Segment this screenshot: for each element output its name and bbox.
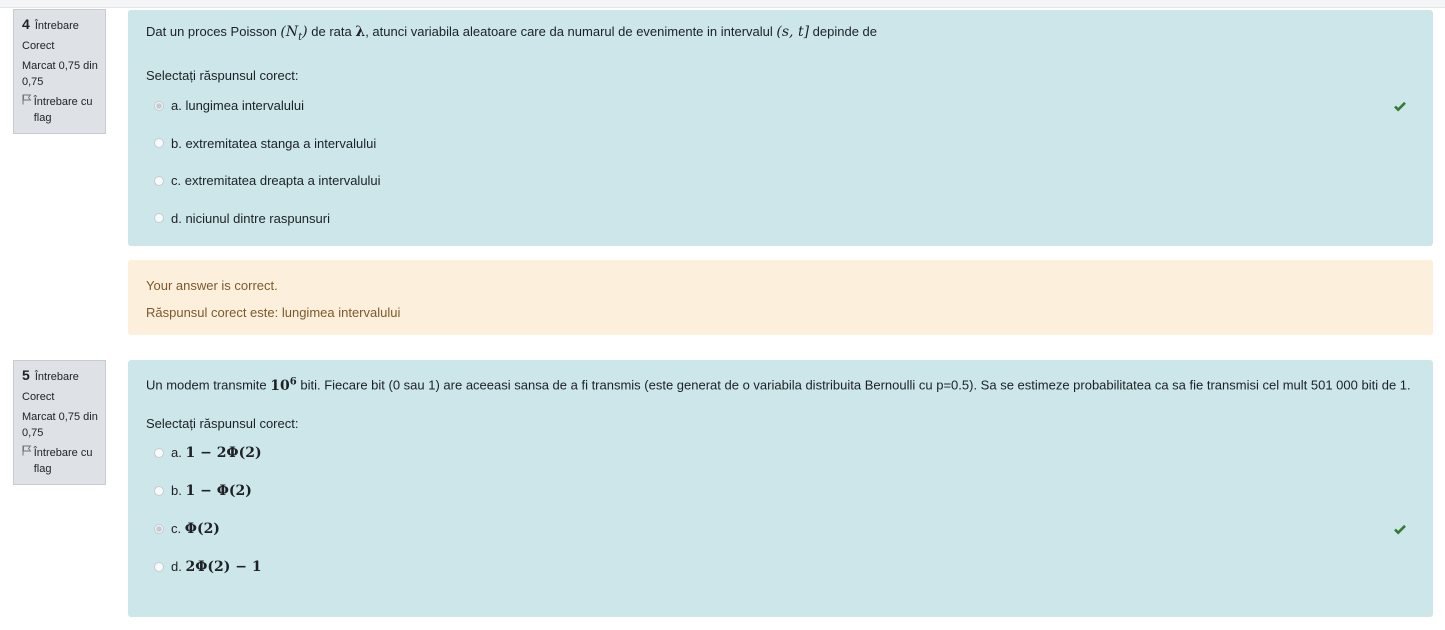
question-label: Întrebare <box>34 20 79 32</box>
feedback-box: Your answer is correct. Răspunsul corect… <box>128 260 1433 335</box>
answer-option-b[interactable]: b. extremitatea stanga a intervalului <box>146 124 1415 162</box>
flag-question-link[interactable]: Întrebare cu flag <box>22 94 105 126</box>
math-part: ) <box>302 24 308 40</box>
answer-label: a. lungimea intervalului <box>171 98 304 114</box>
answer-list: a. lungimea intervalului b. extremitatea… <box>146 87 1415 237</box>
answer-option-a[interactable]: a. lungimea intervalului <box>146 87 1415 125</box>
math-exponent: 6 <box>289 376 297 387</box>
answer-prefix: d. <box>171 559 182 575</box>
question-grade: Marcat 0,75 din 0,75 <box>22 60 98 88</box>
answer-radio[interactable] <box>154 213 164 224</box>
flag-question-link[interactable]: Întrebare cu flag <box>22 445 105 477</box>
question-label: Întrebare <box>34 371 79 383</box>
question-content-4: Dat un proces Poisson (Nt) de rata λ, at… <box>128 10 1433 246</box>
answer-prefix: a. <box>171 445 182 461</box>
answer-radio[interactable] <box>154 138 164 149</box>
question-number-row: 4 Întrebare <box>22 16 105 34</box>
checkmark-icon <box>1394 101 1406 112</box>
question-grade: Marcat 0,75 din 0,75 <box>22 411 98 439</box>
answer-math: 1 − 2Φ(2) <box>185 444 262 461</box>
feedback-correct: Your answer is correct. <box>146 278 278 293</box>
answer-option-d[interactable]: d. niciunul dintre raspunsuri <box>146 199 1415 237</box>
question-content-5: Un modem transmite 106 biti. Fiecare bit… <box>128 360 1433 617</box>
answer-option-b[interactable]: b. 1 − Φ(2) <box>146 472 1415 510</box>
qtext-part: Un modem transmite <box>146 377 267 393</box>
answer-prompt: Selectați răspunsul corect: <box>146 415 299 431</box>
answer-prefix: c. <box>171 521 182 537</box>
flag-outline-icon <box>22 94 33 110</box>
answer-math: Φ(2) <box>184 520 220 537</box>
math-lambda: λ <box>355 24 366 40</box>
flag-outline-icon <box>22 445 33 461</box>
flag-question-label: Întrebare cu flag <box>33 447 93 475</box>
qtext-part: Dat un proces Poisson <box>146 24 277 39</box>
answer-list: a. 1 − 2Φ(2) b. 1 − Φ(2) c. Φ(2) d. 2Φ(2… <box>146 434 1415 586</box>
answer-label: b. extremitatea stanga a intervalului <box>171 135 377 151</box>
answer-math: 2Φ(2) − 1 <box>185 558 262 575</box>
answer-label: d. niciunul dintre raspunsuri <box>171 210 330 226</box>
qtext-part: depinde de <box>812 24 878 39</box>
answer-radio[interactable] <box>154 485 164 496</box>
question-number: 5 <box>22 367 30 383</box>
answer-radio[interactable] <box>154 447 164 458</box>
question-number: 4 <box>22 16 30 32</box>
qtext-part: biti. Fiecare bit (0 sau 1) are aceeasi … <box>300 377 1411 393</box>
answer-option-c[interactable]: c. Φ(2) <box>146 510 1415 548</box>
question-number-row: 5 Întrebare <box>22 367 105 385</box>
feedback-right-answer: Răspunsul corect este: lungimea interval… <box>146 305 401 320</box>
page-top-border <box>0 0 1445 8</box>
question-status: Corect <box>22 40 55 52</box>
math-interval: (s, t] <box>776 24 810 40</box>
answer-option-a[interactable]: a. 1 − 2Φ(2) <box>146 434 1415 472</box>
math-power: 106 <box>270 376 297 394</box>
math-base: 10 <box>270 377 290 394</box>
math-part: (N <box>280 24 299 40</box>
answer-prompt: Selectați răspunsul corect: <box>146 67 299 83</box>
question-info-4: 4 Întrebare Corect Marcat 0,75 din 0,75 … <box>13 9 106 134</box>
answer-radio[interactable] <box>154 561 164 572</box>
qtext-part: , atunci variabila aleatoare care da num… <box>365 24 773 39</box>
answer-prefix: b. <box>171 483 182 499</box>
answer-radio[interactable] <box>154 100 164 111</box>
answer-radio[interactable] <box>154 523 164 534</box>
question-status: Corect <box>22 391 55 403</box>
question-text: Dat un proces Poisson (Nt) de rata λ, at… <box>146 22 1415 48</box>
math-process: (Nt) <box>280 24 308 43</box>
answer-radio[interactable] <box>154 175 164 186</box>
answer-option-c[interactable]: c. extremitatea dreapta a intervalului <box>146 162 1415 200</box>
qtext-part: de rata <box>311 24 352 39</box>
checkmark-icon <box>1394 524 1406 535</box>
question-info-5: 5 Întrebare Corect Marcat 0,75 din 0,75 … <box>13 360 106 485</box>
flag-question-label: Întrebare cu flag <box>33 96 93 124</box>
answer-label: c. extremitatea dreapta a intervalului <box>171 173 381 189</box>
question-text: Un modem transmite 106 biti. Fiecare bit… <box>146 372 1415 396</box>
answer-math: 1 − Φ(2) <box>185 482 252 499</box>
answer-option-d[interactable]: d. 2Φ(2) − 1 <box>146 548 1415 586</box>
